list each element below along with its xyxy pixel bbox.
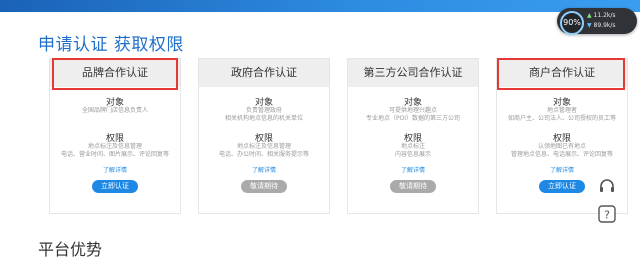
permission-desc-detail: 管理地点信息、电话展示、评论回复等 [510,151,613,158]
card-government-certification: 政府合作认证 对象 负责管理政府 相关机构地点信息的机关单位 权限 地点标注及信息… [198,58,330,214]
object-desc: 全国品牌门店信息负责人 [81,107,148,114]
card-third-party-certification: 第三方公司合作认证 对象 可提供地理兴趣点 专业地点（POI）数据的第三方公司 权… [347,58,479,214]
learn-more-link[interactable]: 了解详情 [348,165,478,174]
permission-desc-detail: 内容信息展示 [394,151,431,158]
learn-more-link[interactable]: 了解详情 [50,165,180,174]
top-banner [0,0,640,12]
upload-arrow-icon: ▲ [587,12,592,19]
permission-desc-detail: 电话、营业时间、图片展示、评论回复等 [60,151,169,158]
section-title-advantages: 平台优势 [38,240,103,259]
download-speed: ▼ 89.9k/s [587,22,616,29]
permission-desc: 地点标注及信息管理 [87,143,142,150]
headset-icon[interactable] [598,178,616,196]
card-title: 第三方公司合作认证 [348,59,478,87]
page-title: 申请认证 获取权限 [38,35,184,55]
learn-more-link[interactable]: 了解详情 [497,165,627,174]
help-icon[interactable]: ? [598,205,616,223]
card-title: 政府合作认证 [199,59,329,87]
permission-desc: 地点标注及信息管理 [236,143,291,150]
apply-now-button[interactable]: 立即认证 [92,180,138,193]
coming-soon-button[interactable]: 敬请期待 [241,180,287,193]
object-desc: 地点管理者 如商户主、公司法人、公司授权的员工等 [507,107,616,122]
upload-speed: ▲ 11.2k/s [587,12,616,19]
coming-soon-button[interactable]: 敬请期待 [390,180,436,193]
object-desc: 可提供地理兴趣点 专业地点（POI）数据的第三方公司 [365,107,461,122]
permission-desc: 认领地图已有地点 [537,143,586,150]
permission-desc-detail: 电话、办公时间、相关服务提示等 [218,151,309,158]
svg-text:?: ? [604,209,610,222]
download-arrow-icon: ▼ [587,22,592,29]
highlight-box-merchant [497,58,625,90]
apply-now-button[interactable]: 立即认证 [539,180,585,193]
object-desc: 负责管理政府 相关机构地点信息的机关单位 [224,107,303,122]
permission-desc: 地点标注 [400,143,425,150]
highlight-box-brand [52,58,178,90]
learn-more-link[interactable]: 了解详情 [199,165,329,174]
network-speed-widget[interactable]: 90% ▲ 11.2k/s ▼ 89.9k/s [557,8,637,35]
usage-percent: 90% [560,11,584,35]
